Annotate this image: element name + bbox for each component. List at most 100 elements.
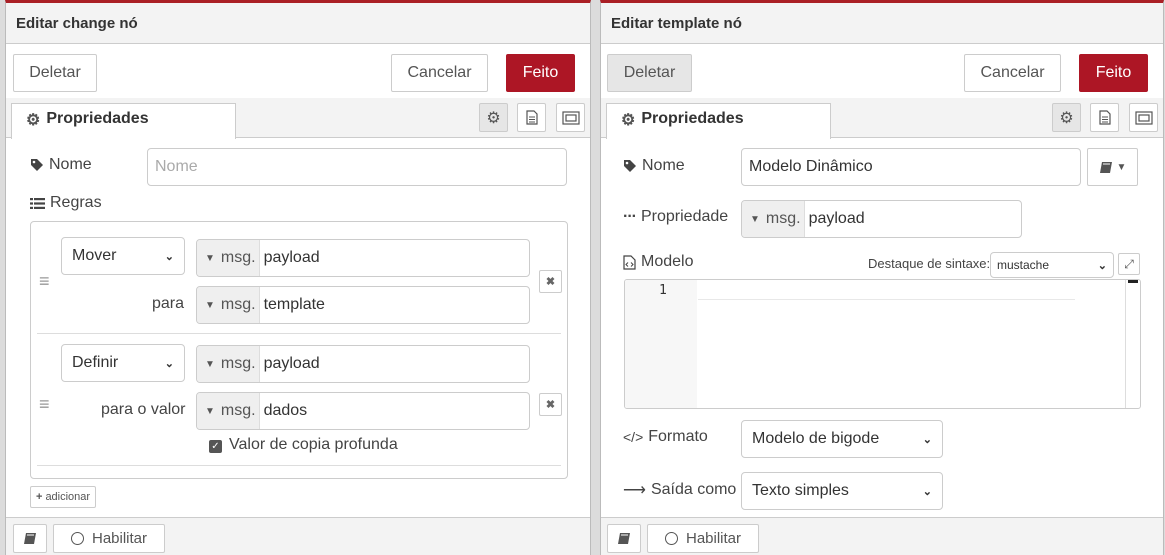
rule-from-input[interactable]: ▼ msg. payload [196,345,530,383]
close-icon: ✖ [545,276,556,288]
name-input[interactable]: Nome [147,148,567,186]
name-input[interactable]: Modelo Dinâmico [741,148,1081,186]
type-selector[interactable]: ▼ msg. [197,346,260,382]
expand-icon: ⤢ [1124,256,1134,271]
expand-editor-button[interactable]: ⤢ [1118,253,1140,275]
type-selector[interactable]: ▼ msg. [742,201,805,237]
tag-icon [624,160,636,172]
circle-icon [664,532,678,545]
property-value: payload [808,210,865,227]
enable-label: Habilitar [685,530,742,547]
template-editor[interactable]: 1 [624,279,1141,409]
line-number: 1 [659,283,667,298]
rule-to-input[interactable]: ▼ msg. dados [196,392,530,430]
cancel-button[interactable]: Cancelar [391,54,488,92]
cancel-button[interactable]: Cancelar [964,54,1061,92]
chevron-down-icon: ⌄ [922,485,932,498]
tab-properties[interactable]: ⚙ Propriedades [606,103,831,139]
done-button[interactable]: Feito [506,54,575,92]
ellipsis-icon: ··· [623,208,637,225]
tabs-bar: ⚙ Propriedades ⚙ [601,98,1163,139]
rule-from-input[interactable]: ▼ msg. payload [196,239,530,277]
chevron-down-icon: ⌄ [164,357,174,370]
delete-button[interactable]: Deletar [13,54,97,92]
node-description-button[interactable] [517,103,546,132]
rules-list: ≡ Mover ⌄ ▼ msg. payload para ▼ msg. tem… [30,221,568,479]
deep-copy-label: Valor de copia profunda [229,436,398,453]
file-code-icon [623,254,636,270]
node-properties-button[interactable]: ⚙ [1052,103,1081,132]
output-label: ⟶ Saída como [623,480,736,500]
circle-icon [70,532,84,545]
property-input[interactable]: ▼ msg. payload [741,200,1022,238]
caret-down-icon: ▼ [205,299,215,311]
property-label-text: Propriedade [640,208,729,225]
caret-down-icon: ▼ [205,405,215,417]
gear-icon: ⚙ [486,109,501,127]
type-label: msg. [220,402,256,419]
output-select[interactable]: Texto simples ⌄ [741,472,943,510]
type-selector[interactable]: ▼ msg. [197,287,260,323]
rule-to-label: para [152,295,185,312]
name-label: Nome [30,156,92,174]
enable-toggle[interactable]: Habilitar [647,524,759,553]
frame-icon [1134,110,1153,125]
tab-properties-label: Propriedades [641,110,744,127]
editor-scrollbar[interactable] [1125,280,1140,408]
rule-from-value: payload [263,249,320,266]
chevron-down-icon: ⌄ [922,433,932,446]
change-node-editor: Editar change nó Deletar Cancelar Feito … [5,0,591,555]
node-help-button[interactable] [607,524,641,553]
syntax-value: mustache [997,258,1050,272]
deep-copy-checkbox[interactable]: ✓ [209,440,222,453]
node-properties-button[interactable]: ⚙ [479,103,508,132]
template-label-text: Modelo [641,253,694,270]
delete-button[interactable]: Deletar [607,54,692,92]
type-label: msg. [220,296,256,313]
caret-down-icon: ▼ [750,213,760,225]
chevron-down-icon: ⌄ [164,250,174,263]
drag-handle-icon[interactable]: ≡ [39,272,53,290]
type-label: msg. [220,355,256,372]
change-editor-title: Editar change nó [6,3,590,44]
caret-down-icon: ▼ [205,252,215,264]
format-value: Modelo de bigode [752,430,880,447]
enable-toggle[interactable]: Habilitar [53,524,165,553]
footer-bar: Habilitar [601,517,1163,555]
rule-to-label: para o valor [101,401,186,418]
node-description-button[interactable] [1090,103,1119,132]
enable-label: Habilitar [91,530,148,547]
format-select[interactable]: Modelo de bigode ⌄ [741,420,943,458]
tag-icon [31,159,43,171]
rule-action-value: Mover [72,247,117,264]
rule-divider [37,333,561,334]
rule-to-input[interactable]: ▼ msg. template [196,286,530,324]
list-icon [30,197,45,209]
rule-action-select[interactable]: Mover ⌄ [61,237,185,275]
book-icon [1099,161,1112,173]
editor-scroll-thumb[interactable] [1128,280,1138,283]
tab-properties[interactable]: ⚙ Propriedades [11,103,236,139]
format-label: </> Formato [623,428,708,446]
syntax-select[interactable]: mustache ⌄ [990,252,1114,278]
drag-handle-icon[interactable]: ≡ [39,395,53,413]
type-label: msg. [765,210,801,227]
add-rule-button[interactable]: + adicionar [30,486,97,508]
delete-rule-button[interactable]: ✖ [539,393,562,416]
type-selector[interactable]: ▼ msg. [197,240,260,276]
node-help-button[interactable] [13,524,47,553]
node-appearance-button[interactable] [556,103,585,132]
document-icon [1098,110,1111,125]
output-label-text: Saída como [650,481,737,498]
close-icon: ✖ [545,399,556,411]
node-appearance-button[interactable] [1129,103,1158,132]
done-button[interactable]: Feito [1079,54,1148,92]
name-label-text: Nome [49,156,92,173]
name-library-button[interactable]: ▼ [1087,148,1138,186]
chevron-down-icon: ⌄ [1097,259,1107,272]
delete-rule-button[interactable]: ✖ [539,270,562,293]
type-selector[interactable]: ▼ msg. [197,393,260,429]
editor-gutter [625,280,697,408]
output-value: Texto simples [752,482,849,499]
rule-action-select[interactable]: Definir ⌄ [61,344,185,382]
